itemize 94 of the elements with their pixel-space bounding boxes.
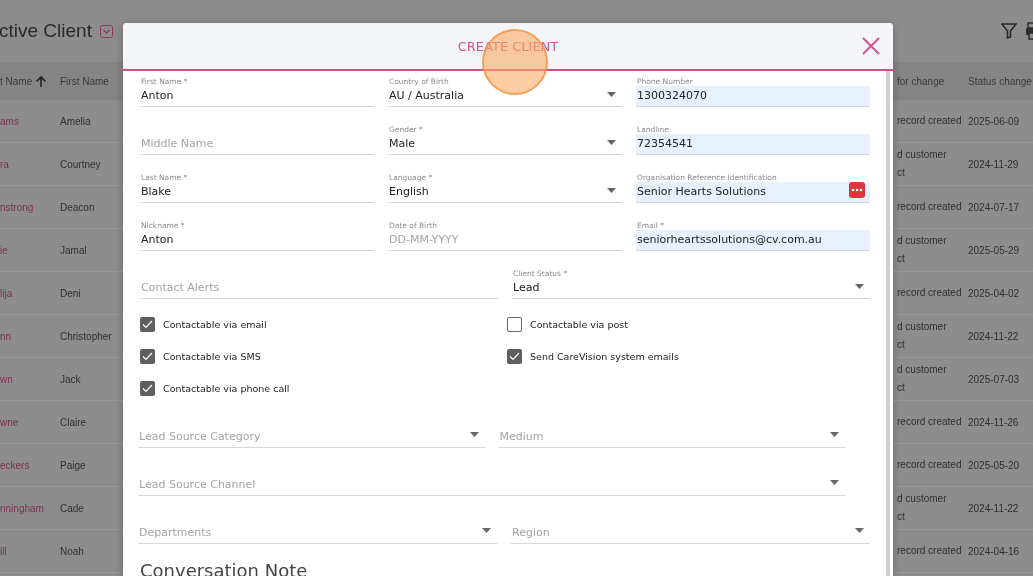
lookup-field[interactable]: Senior Hearts Solutions	[636, 182, 870, 203]
checkbox-label: Contactable via SMS	[163, 351, 261, 362]
table-cell: 2024-11-22	[968, 330, 1019, 342]
table-cell: Paige	[60, 459, 86, 471]
checkbox[interactable]	[507, 349, 522, 364]
table-cell: Jack	[60, 373, 81, 385]
table-cell: 2024-11-22	[968, 502, 1019, 514]
table-cell-text: record created	[897, 544, 962, 558]
dropdown-field[interactable]: Male	[388, 134, 622, 155]
sort-arrow-icon[interactable]	[35, 74, 48, 88]
table-cell: 2025-05-20	[968, 459, 1020, 471]
table-cell: 2024-07-17	[968, 201, 1020, 213]
table-cell: lija	[0, 287, 13, 299]
caret-icon[interactable]	[469, 432, 479, 437]
text-field[interactable]: 1300324070	[636, 86, 870, 107]
text-field[interactable]: Middle Name	[140, 125, 374, 155]
table-cell: Christopher	[60, 330, 112, 342]
table-cell: wne	[0, 416, 19, 428]
table-cell-text: d customer ct	[897, 492, 947, 524]
more-button[interactable]	[849, 182, 865, 198]
table-cell: Amelia	[60, 115, 91, 127]
check-icon	[509, 352, 520, 361]
checkbox[interactable]	[507, 317, 522, 332]
close-button[interactable]	[861, 36, 881, 56]
table-cell: 2024-11-26	[968, 416, 1019, 428]
check-icon	[142, 320, 153, 329]
table-cell: ill	[0, 545, 7, 557]
dropdown-field[interactable]: Region	[511, 514, 870, 544]
table-cell: Jamal	[60, 244, 87, 256]
check-icon	[142, 352, 153, 361]
table-cell: 2025-05-29	[968, 244, 1020, 256]
table-cell: 2025-04-02	[968, 287, 1020, 299]
caret-icon[interactable]	[830, 480, 839, 485]
table-cell: ams	[0, 115, 19, 127]
checkbox-label: Contactable via email	[163, 319, 267, 330]
table-cell-text: record created	[897, 114, 962, 128]
checkbox-label: Contactable via post	[530, 319, 628, 330]
table-cell: Deni	[60, 287, 81, 299]
text-field[interactable]: Anton	[140, 86, 374, 107]
caret-icon[interactable]	[855, 528, 864, 533]
checkbox[interactable]	[140, 317, 155, 332]
caret-icon[interactable]	[607, 140, 616, 145]
checkbox-label: Send CareVision system emails	[530, 351, 679, 362]
dropdown-field[interactable]: English	[388, 182, 622, 203]
checkbox[interactable]	[140, 349, 155, 364]
table-cell-text: record created	[897, 458, 962, 472]
text-field[interactable]: Contact Alerts	[140, 269, 498, 299]
text-field[interactable]: Blake	[140, 182, 374, 203]
table-cell: eckers	[0, 459, 30, 471]
filter-icon[interactable]	[1001, 23, 1017, 39]
text-field[interactable]: DD-MM-YYYY	[388, 230, 622, 251]
table-cell: Noah	[60, 545, 84, 557]
table-cell: 2025-07-03	[968, 373, 1020, 385]
table-cell: 2024-04-16	[968, 545, 1020, 557]
dropdown-field[interactable]: AU / Australia	[388, 86, 622, 107]
table-cell-text: record created	[897, 415, 962, 429]
dropdown-field[interactable]: Lead Source Channel	[138, 466, 845, 496]
table-cell: Cade	[60, 502, 84, 514]
dropdown-field[interactable]: Departments	[138, 514, 497, 544]
page-title: ctive Client	[0, 20, 92, 42]
table-cell: wn	[0, 373, 13, 385]
caret-icon[interactable]	[607, 188, 616, 193]
dropdown-field[interactable]: Medium	[498, 418, 845, 448]
dropdown-field[interactable]: Lead	[512, 278, 870, 299]
table-cell-text: d customer ct	[897, 363, 947, 395]
table-cell: 2025-06-09	[968, 115, 1020, 127]
scrollbar[interactable]	[886, 71, 890, 576]
ellipsis-icon	[851, 188, 863, 192]
check-icon	[142, 384, 153, 393]
text-field[interactable]: 72354541	[636, 134, 870, 155]
table-cell: ie	[0, 244, 8, 256]
table-cell: 2024-11-29	[968, 158, 1019, 170]
caret-icon[interactable]	[482, 528, 491, 533]
table-cell: Claire	[60, 416, 87, 428]
caret-icon[interactable]	[855, 284, 864, 289]
table-cell-text: record created	[897, 200, 962, 214]
table-cell-text: d customer ct	[897, 320, 947, 352]
table-cell-text: d customer ct	[897, 148, 947, 180]
checkbox-label: Contactable via phone call	[163, 383, 290, 394]
table-cell: ra	[0, 158, 9, 170]
close-icon	[861, 36, 881, 56]
table-cell: nn	[0, 330, 12, 342]
dropdown-field[interactable]: Lead Source Category	[138, 418, 485, 448]
table-cell: nstrong	[0, 201, 34, 213]
text-field[interactable]: seniorheartssolutions@cv.com.au	[636, 230, 870, 251]
caret-icon[interactable]	[830, 432, 839, 437]
table-cell: Deacon	[60, 201, 95, 213]
checkbox[interactable]	[140, 381, 155, 396]
table-cell-text: record created	[897, 286, 962, 300]
table-cell: nningham	[0, 502, 44, 514]
caret-icon[interactable]	[607, 92, 616, 97]
table-cell: Courtney	[60, 158, 101, 170]
text-field[interactable]: Anton	[140, 230, 374, 251]
table-cell-text: d customer ct	[897, 234, 947, 266]
